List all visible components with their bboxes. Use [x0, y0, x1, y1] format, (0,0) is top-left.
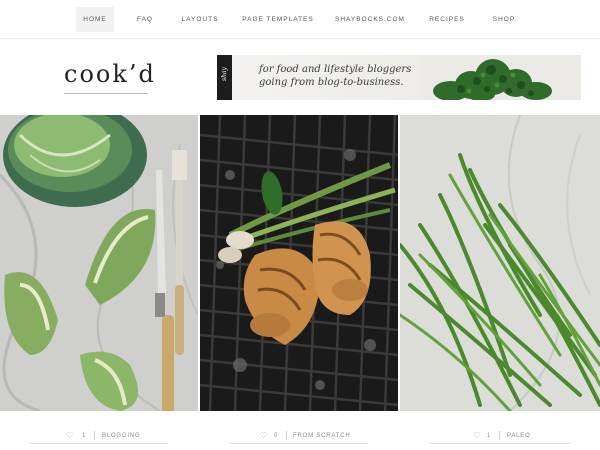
- post-meta-3: ♡ 1 PALEO: [430, 428, 570, 444]
- heart-icon[interactable]: ♡: [473, 431, 481, 440]
- post-image-cabbage[interactable]: [0, 115, 198, 411]
- meta-divider: [94, 431, 95, 440]
- nav-shop[interactable]: SHOP: [487, 7, 521, 32]
- banner-line-1: for food and lifestyle bloggers: [259, 64, 412, 75]
- nav-layouts[interactable]: LAYOUTS: [177, 7, 223, 32]
- meta-divider: [499, 431, 500, 440]
- post-image-green-beans[interactable]: [400, 115, 600, 411]
- nav-recipes[interactable]: RECIPES: [425, 7, 469, 32]
- heart-icon[interactable]: ♡: [66, 431, 74, 440]
- like-count: 1: [487, 433, 492, 439]
- banner-tag-text: shay: [221, 67, 228, 81]
- post-category[interactable]: FROM SCRATCH: [293, 433, 351, 439]
- like-count: 1: [82, 433, 87, 439]
- top-navigation: HOME FAQ LAYOUTS PAGE TEMPLATES SHAYBOCK…: [0, 0, 600, 39]
- meta-divider: [286, 431, 287, 440]
- logo-underline: [64, 93, 148, 94]
- site-logo[interactable]: cook’d: [64, 60, 156, 88]
- kale-image: [421, 55, 581, 100]
- like-count: 0: [274, 433, 279, 439]
- nav-home[interactable]: HOME: [76, 7, 114, 32]
- nav-faq[interactable]: FAQ: [130, 7, 160, 32]
- post-image-grilled-chicken[interactable]: [200, 115, 398, 411]
- banner-tag: shay: [217, 55, 232, 100]
- heart-icon[interactable]: ♡: [260, 431, 268, 440]
- post-category[interactable]: BLOGGING: [102, 433, 140, 439]
- post-meta-1: ♡ 1 BLOGGING: [30, 428, 168, 444]
- post-meta-2: ♡ 0 FROM SCRATCH: [230, 428, 368, 444]
- nav-page-templates[interactable]: PAGE TEMPLATES: [242, 7, 314, 32]
- post-category[interactable]: PALEO: [507, 433, 531, 439]
- banner-line-2: going from blog-to-business.: [259, 77, 404, 88]
- nav-shaybocks[interactable]: SHAYBOCKS.COM: [334, 7, 406, 32]
- promo-banner[interactable]: shay for food and lifestyle bloggers goi…: [217, 55, 581, 100]
